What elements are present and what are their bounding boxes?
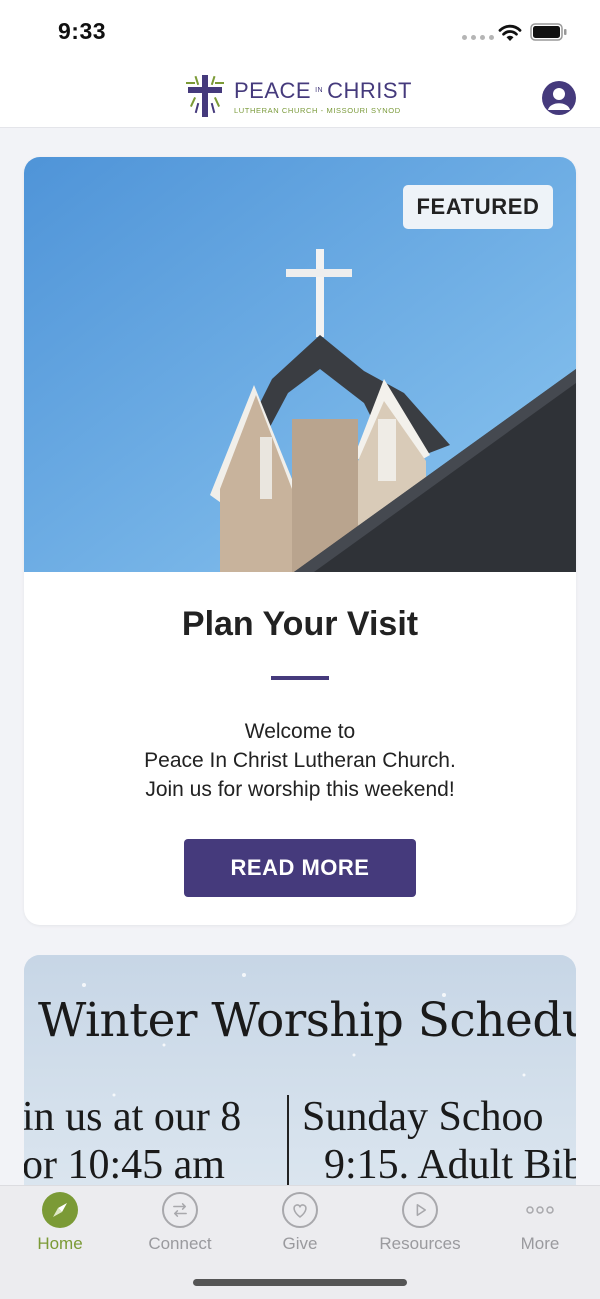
card-title: Plan Your Visit	[181, 605, 419, 643]
schedule-divider	[287, 1095, 289, 1185]
tab-label-more: More	[520, 1234, 560, 1253]
tab-more[interactable]: More	[480, 1192, 600, 1256]
tab-connect[interactable]: Connect	[120, 1192, 240, 1256]
schedule-left-line: in us at our 8	[24, 1094, 242, 1140]
app-header: PEACE IN CHRIST LUTHERAN CHURCH - MISSOU…	[0, 64, 600, 128]
user-avatar-icon	[548, 88, 570, 110]
compass-icon	[42, 1192, 78, 1228]
logo-text-christ: CHRIST	[327, 77, 412, 103]
logo-text-peace: PEACE	[234, 77, 312, 103]
tab-home[interactable]: Home	[0, 1192, 120, 1256]
status-bar: 9:33	[0, 0, 600, 64]
featured-badge: FEATURED	[403, 185, 553, 229]
home-feed[interactable]: FEATURED Plan Your Visit Welcome to Peac…	[0, 128, 600, 1185]
tab-label-connect: Connect	[148, 1234, 212, 1253]
cellular-signal-icon	[462, 35, 494, 40]
wifi-icon	[498, 24, 522, 41]
play-icon	[402, 1192, 438, 1228]
tab-label-give: Give	[282, 1234, 318, 1253]
description-line: Join us for worship this weekend!	[145, 778, 455, 801]
profile-button[interactable]	[542, 81, 576, 115]
logo-text-in: IN	[315, 87, 324, 94]
tab-give[interactable]: Give	[240, 1192, 360, 1256]
schedule-left-line: or 10:45 am	[24, 1142, 225, 1185]
tab-label-resources: Resources	[379, 1234, 461, 1253]
battery-icon	[530, 23, 567, 41]
title-divider	[271, 676, 329, 680]
home-indicator[interactable]	[193, 1279, 407, 1286]
tab-resources[interactable]: Resources	[360, 1192, 480, 1256]
winter-schedule-card[interactable]: Winter Worship Schedule in us at our 8 o…	[24, 955, 576, 1185]
church-logo[interactable]: PEACE IN CHRIST LUTHERAN CHURCH - MISSOU…	[184, 72, 412, 120]
status-time: 9:33	[58, 18, 107, 44]
schedule-right-line: Sunday Schoo	[302, 1094, 544, 1140]
schedule-title: Winter Worship Schedule	[38, 993, 576, 1048]
description-line: Welcome to	[244, 720, 356, 743]
read-more-button[interactable]: READ MORE	[184, 839, 416, 897]
card-description: Welcome to Peace In Christ Lutheran Chur…	[24, 717, 576, 804]
cross-logo-icon	[186, 75, 224, 117]
heart-icon	[282, 1192, 318, 1228]
featured-card[interactable]: FEATURED Plan Your Visit Welcome to Peac…	[24, 157, 576, 925]
description-line: Peace In Christ Lutheran Church.	[144, 749, 456, 772]
arrows-exchange-icon	[162, 1192, 198, 1228]
schedule-right-line: 9:15. Adult Bib	[324, 1142, 576, 1185]
tab-label-home: Home	[37, 1234, 83, 1253]
logo-subtitle: LUTHERAN CHURCH - MISSOURI SYNOD	[234, 105, 401, 115]
more-dots-icon	[522, 1192, 558, 1228]
